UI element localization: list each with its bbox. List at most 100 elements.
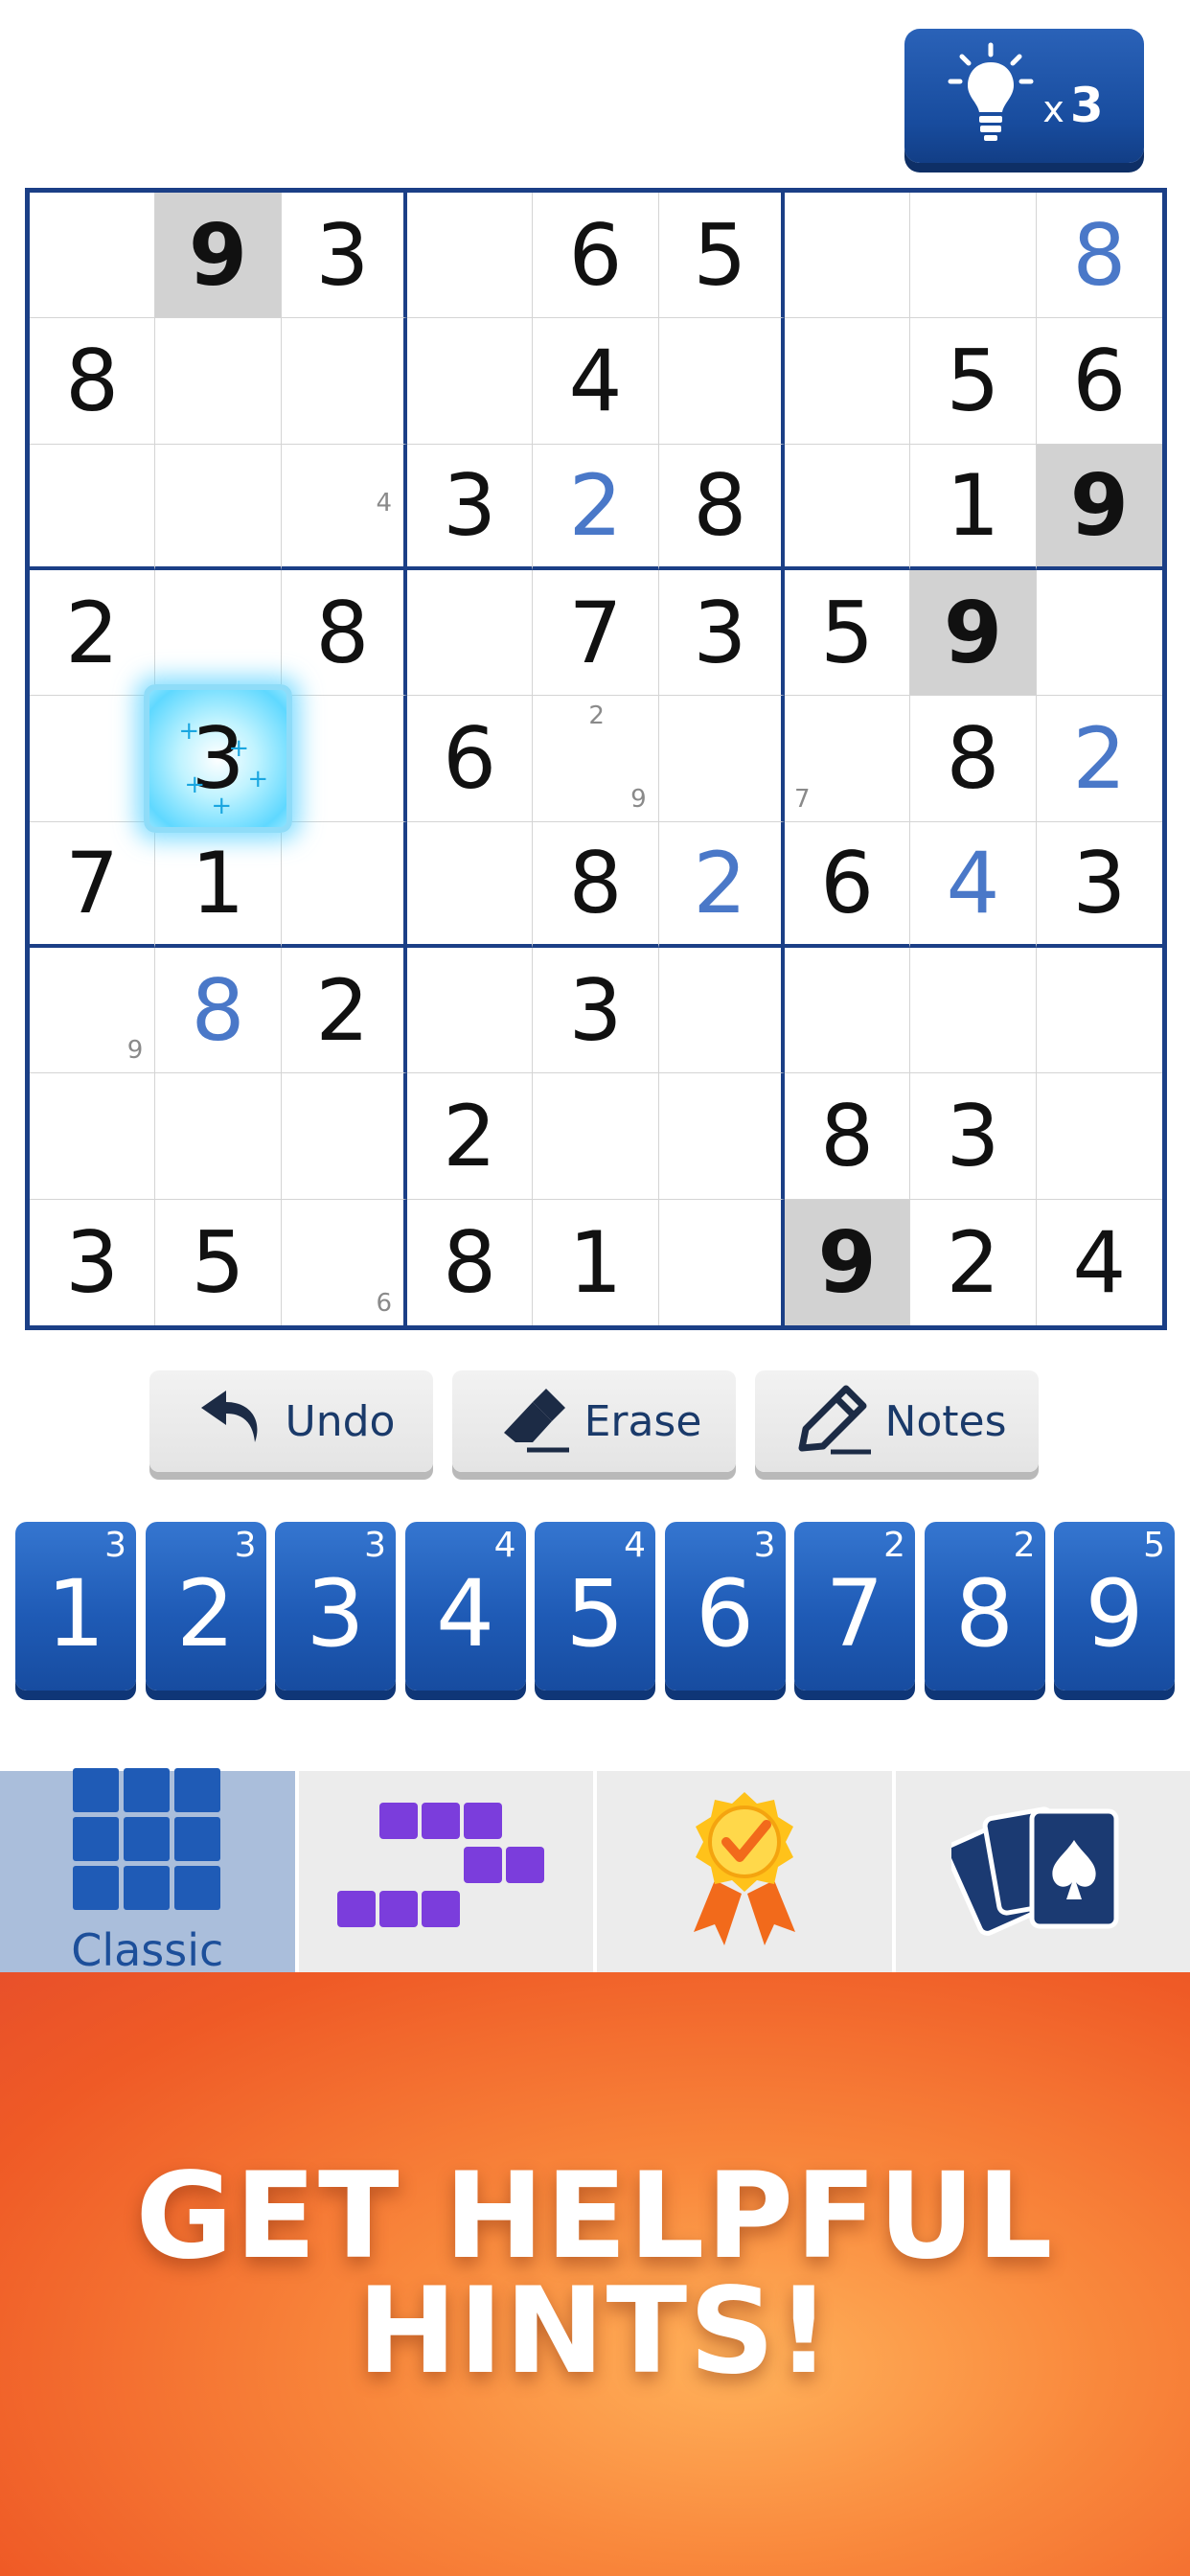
board-cell[interactable] <box>658 947 785 1074</box>
board-cell[interactable] <box>910 947 1037 1074</box>
number-key[interactable]: 95 <box>1054 1522 1175 1690</box>
board-cell[interactable]: 8 <box>533 821 659 948</box>
cell-digit: 1 <box>191 833 245 932</box>
board-cell[interactable]: 6 <box>282 1199 407 1325</box>
board-cell[interactable] <box>30 193 156 319</box>
board-cell[interactable]: 3 <box>406 444 534 570</box>
board-cell[interactable]: 9 <box>784 1199 911 1325</box>
number-key[interactable]: 23 <box>145 1522 266 1690</box>
tab-solitaire[interactable] <box>895 1771 1190 1972</box>
board-cell[interactable]: 7 <box>533 569 659 697</box>
board-cell[interactable] <box>1036 948 1162 1074</box>
board-cell[interactable] <box>281 318 407 445</box>
board-cell[interactable] <box>1036 570 1162 697</box>
board-cell[interactable]: + + + + +3 <box>144 684 292 833</box>
tab-classic[interactable]: Classic <box>0 1767 295 1976</box>
board-cell[interactable]: 8 <box>784 1073 911 1200</box>
board-cell[interactable]: 29 <box>533 696 659 822</box>
board-cell[interactable]: 5 <box>784 569 911 697</box>
board-cell[interactable]: 3 <box>533 947 659 1074</box>
board-cell[interactable] <box>155 318 282 445</box>
board-cell[interactable] <box>406 821 534 948</box>
board-cell[interactable]: 7 <box>30 821 156 948</box>
board-cell[interactable] <box>281 1073 407 1200</box>
board-cell[interactable]: 4 <box>910 821 1037 948</box>
board-cell[interactable]: 8 <box>658 444 785 570</box>
board-cell[interactable]: 5 <box>658 193 785 319</box>
number-key[interactable]: 44 <box>404 1522 526 1690</box>
board-cell[interactable] <box>658 1073 785 1200</box>
board-cell[interactable]: 9 <box>155 193 282 319</box>
notes-button[interactable]: Notes <box>755 1370 1039 1472</box>
board-cell[interactable]: 6 <box>406 696 534 822</box>
board-cell[interactable] <box>533 1073 659 1200</box>
board-cell[interactable] <box>784 318 911 445</box>
board-cell[interactable] <box>155 569 282 697</box>
number-key[interactable]: 82 <box>924 1522 1045 1690</box>
number-key[interactable]: 13 <box>15 1522 136 1690</box>
board-cell[interactable] <box>30 444 156 570</box>
board-cell[interactable] <box>659 1199 785 1325</box>
board-cell[interactable]: 1 <box>155 821 282 948</box>
board-cell[interactable] <box>406 947 534 1074</box>
board-cell[interactable]: 2 <box>658 821 785 948</box>
board-cell[interactable] <box>30 1073 156 1200</box>
board-cell[interactable]: 2 <box>30 569 156 697</box>
board-cell[interactable]: 8 <box>407 1199 534 1325</box>
hint-button[interactable]: x 3 <box>904 29 1144 163</box>
board-cell[interactable]: 2 <box>910 1199 1037 1325</box>
board-cell[interactable]: 4 <box>533 318 659 445</box>
board-cell[interactable]: 8 <box>910 696 1037 822</box>
board-cell[interactable]: 8 <box>30 318 156 445</box>
board-cell[interactable]: 4 <box>1037 1200 1162 1325</box>
board-cell[interactable]: 1 <box>533 1199 659 1325</box>
board-cell[interactable] <box>784 947 911 1074</box>
board-cell[interactable]: 9 <box>1036 444 1162 570</box>
number-key[interactable]: 54 <box>535 1522 655 1690</box>
board-cell[interactable]: 3 <box>1036 822 1162 948</box>
board-cell[interactable]: 3 <box>910 1073 1037 1200</box>
tab-achievements[interactable] <box>597 1771 892 1972</box>
board-cell[interactable] <box>1036 1073 1162 1200</box>
board-cell[interactable]: 8 <box>155 947 282 1074</box>
board-cell[interactable] <box>406 318 534 445</box>
board-cell[interactable] <box>406 569 534 697</box>
board-cell[interactable]: 2 <box>406 1073 534 1200</box>
board-cell[interactable]: 9 <box>910 569 1037 697</box>
board-cell[interactable] <box>658 318 785 445</box>
board-cell[interactable]: 5 <box>155 1199 282 1325</box>
erase-button[interactable]: Erase <box>452 1370 736 1472</box>
board-cell[interactable]: 7 <box>784 696 911 822</box>
undo-button[interactable]: Undo <box>149 1370 433 1472</box>
board-cell[interactable]: 6 <box>1036 318 1162 445</box>
board-cell[interactable]: 8 <box>281 569 407 697</box>
tab-irregular[interactable] <box>298 1771 593 1972</box>
board-cell[interactable] <box>30 696 156 822</box>
board-cell[interactable]: 1 <box>910 444 1037 570</box>
board-cell[interactable]: 3 <box>658 569 785 697</box>
board-cell[interactable]: 8 <box>1036 193 1162 319</box>
board-cell[interactable]: 6 <box>784 821 911 948</box>
board-cell[interactable] <box>281 696 407 822</box>
board-cell[interactable]: 5 <box>910 318 1037 445</box>
board-cell[interactable] <box>155 444 282 570</box>
board-cell[interactable]: 3 <box>281 193 407 319</box>
board-cell[interactable]: 6 <box>533 193 659 319</box>
board-cell[interactable] <box>910 193 1037 319</box>
board-cell[interactable]: 3 <box>30 1199 156 1325</box>
board-cell[interactable]: 2 <box>1036 696 1162 822</box>
board-cell[interactable]: 2 <box>281 947 407 1074</box>
board-cell[interactable] <box>155 1073 282 1200</box>
number-key[interactable]: 72 <box>794 1522 915 1690</box>
number-key[interactable]: 63 <box>664 1522 786 1690</box>
board-cell[interactable]: 4 <box>281 444 407 570</box>
number-key[interactable]: 33 <box>275 1522 396 1690</box>
board-cell[interactable] <box>784 444 911 570</box>
board-cell[interactable] <box>784 193 911 319</box>
board-cell[interactable] <box>281 821 407 948</box>
board-cell[interactable]: 9 <box>30 947 156 1074</box>
cell-digit: 3 <box>568 960 623 1060</box>
board-cell[interactable] <box>658 696 785 822</box>
board-cell[interactable]: 2 <box>533 444 659 570</box>
board-cell[interactable] <box>406 193 534 319</box>
